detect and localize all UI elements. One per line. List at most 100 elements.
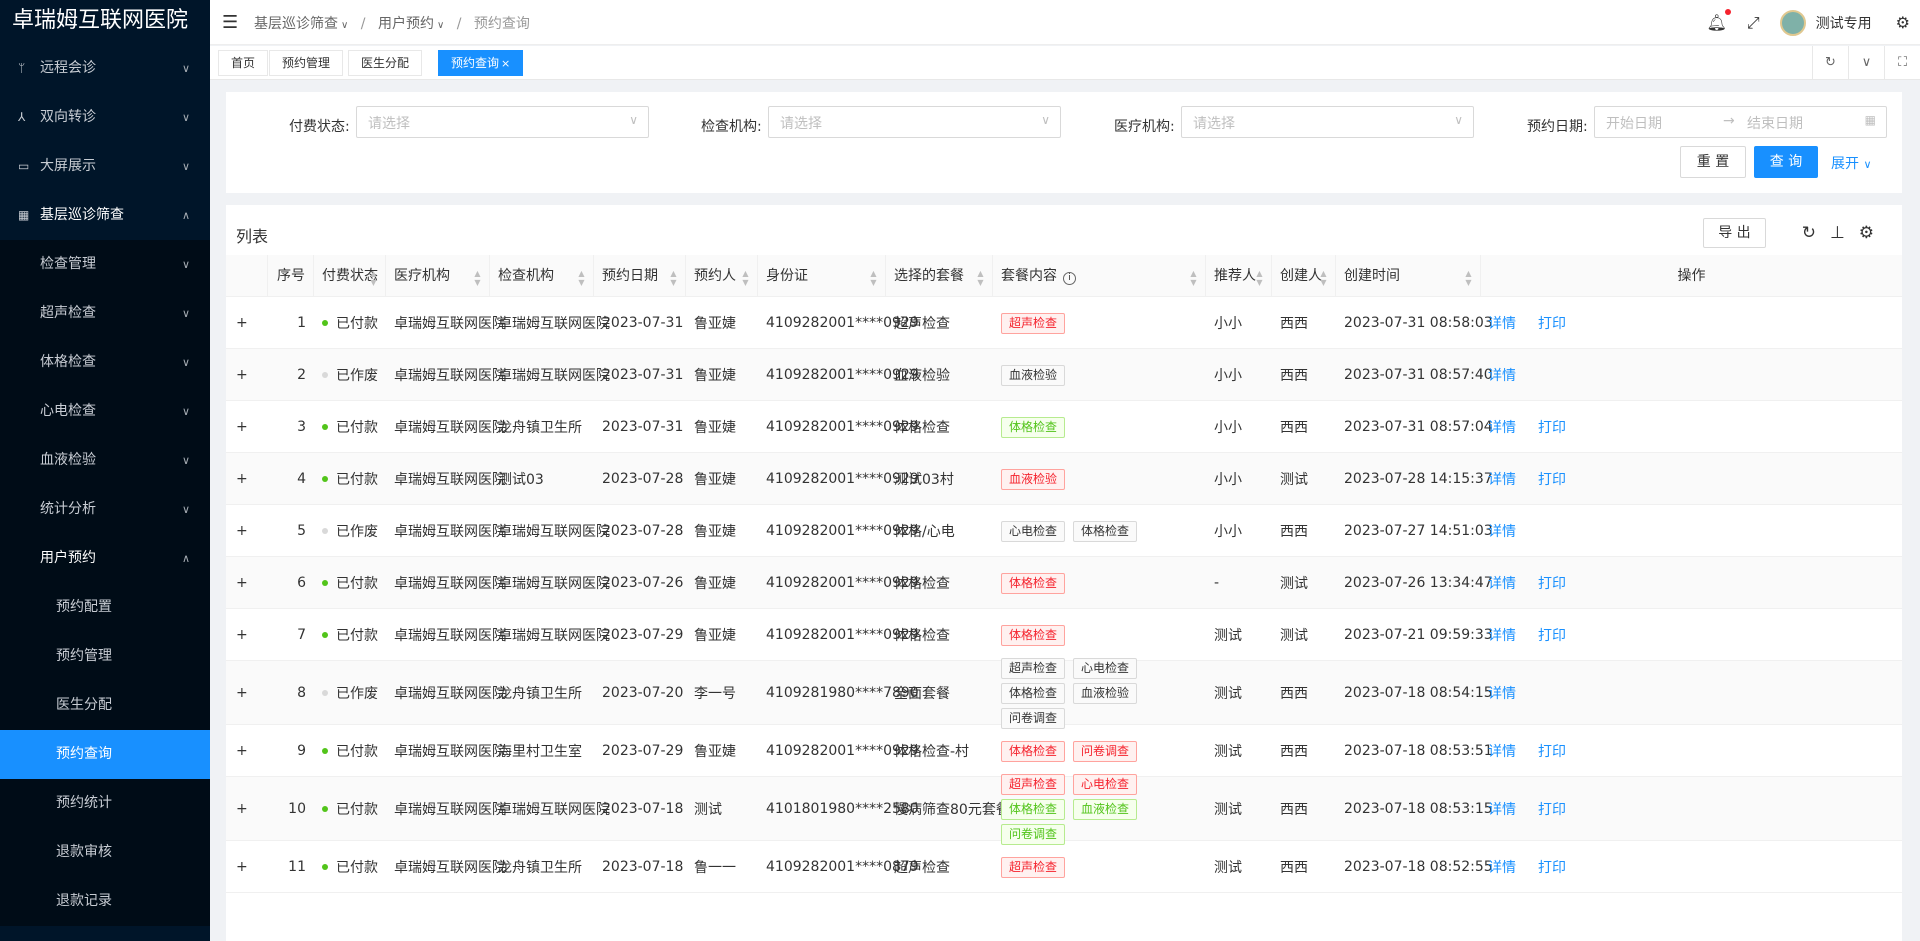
bell-icon[interactable]: 🔔︎ — [1707, 9, 1731, 32]
sort-icon[interactable]: ▲▼ — [1255, 269, 1264, 287]
reset-button[interactable]: 重 置 — [1680, 146, 1746, 178]
detail-link[interactable]: 详情 — [1488, 741, 1516, 761]
detail-link[interactable]: 详情 — [1488, 365, 1516, 385]
table-row[interactable]: +2 已作废 卓瑞姆互联网医院 卓瑞姆互联网医院 2023-07-31 鲁亚婕 410928… — [226, 349, 1902, 401]
fullscreen-icon[interactable]: ⤢ — [1747, 13, 1760, 33]
sidebar-item[interactable]: 统计分析 ∨ — [0, 485, 210, 534]
avatar[interactable] — [1779, 9, 1806, 36]
table-row[interactable]: +10 已付款 卓瑞姆互联网医院 卓瑞姆互联网医院 2023-07-18 测试 410180… — [226, 773, 1902, 845]
print-link[interactable]: 打印 — [1538, 573, 1566, 593]
expand-row-icon[interactable]: + — [236, 841, 256, 893]
expand-row-icon[interactable]: + — [236, 557, 256, 609]
end-date-input[interactable]: 结束日期 — [1747, 113, 1803, 133]
table-row[interactable]: +7 已付款 卓瑞姆互联网医院 卓瑞姆互联网医院 2023-07-29 鲁亚婕 410928… — [226, 609, 1902, 661]
breadcrumb-item[interactable]: 用户预约 — [378, 16, 434, 32]
expand-row-icon[interactable]: + — [236, 661, 256, 725]
pay-status-select[interactable]: 请选择 ∨ — [356, 106, 649, 138]
expand-row-icon[interactable]: + — [236, 453, 256, 505]
print-link[interactable]: 打印 — [1538, 625, 1566, 645]
expand-row-icon[interactable]: + — [236, 349, 256, 401]
sidebar-item[interactable]: 检查管理 ∨ — [0, 240, 210, 289]
sidebar-item[interactable]: 用户预约 ∧ — [0, 534, 210, 583]
expand-row-icon[interactable]: + — [236, 725, 256, 777]
detail-link[interactable]: 详情 — [1488, 625, 1516, 645]
sort-icon[interactable]: ▲▼ — [577, 269, 586, 287]
sort-icon[interactable]: ▲▼ — [1464, 269, 1473, 287]
detail-link[interactable]: 详情 — [1488, 799, 1516, 819]
detail-link[interactable]: 详情 — [1488, 573, 1516, 593]
column-header[interactable]: 选择的套餐 ▲▼ — [886, 255, 993, 297]
column-header[interactable]: 医疗机构 ▲▼ — [386, 255, 490, 297]
sidebar-item[interactable]: 预约配置 — [0, 583, 210, 632]
table-row[interactable]: +11 已付款 卓瑞姆互联网医院 龙舟镇卫生所 2023-07-18 鲁一一 4109282… — [226, 841, 1902, 893]
breadcrumb-item[interactable]: 基层巡诊筛查 — [254, 16, 338, 32]
detail-link[interactable]: 详情 — [1488, 313, 1516, 333]
sidebar-item[interactable]: 预约管理 — [0, 632, 210, 681]
sidebar-item[interactable]: 退款记录 — [0, 877, 210, 926]
sidebar-item[interactable]: ▭ 大屏展示 ∨ — [0, 142, 210, 191]
settings-gear-icon[interactable]: ⚙ — [1859, 223, 1874, 243]
sidebar-item[interactable]: 血液检验 ∨ — [0, 436, 210, 485]
print-link[interactable]: 打印 — [1538, 741, 1566, 761]
sort-icon[interactable]: ▲▼ — [669, 269, 678, 287]
reload-icon[interactable]: ↻ — [1802, 223, 1816, 243]
expand-row-icon[interactable]: + — [236, 297, 256, 349]
print-link[interactable]: 打印 — [1538, 857, 1566, 877]
column-header[interactable]: 检查机构 ▲▼ — [490, 255, 594, 297]
tab-home[interactable]: 首页 — [218, 50, 269, 76]
date-range-picker[interactable]: 开始日期 → 结束日期 ▦ — [1594, 106, 1887, 138]
sidebar-item[interactable]: 医生分配 — [0, 681, 210, 730]
column-header[interactable]: 身份证 ▲▼ — [758, 255, 886, 297]
refresh-icon[interactable]: ↻ — [1812, 46, 1848, 80]
settings-gear-icon[interactable]: ⚙ — [1896, 13, 1910, 32]
tab-appointment-query[interactable]: 预约查询 × — [438, 50, 524, 76]
column-header[interactable]: 创建人 ▲▼ — [1272, 255, 1336, 297]
username[interactable]: 测试专用 — [1816, 13, 1872, 33]
detail-link[interactable]: 详情 — [1488, 683, 1516, 703]
exam-org-select[interactable]: 请选择 ∨ — [768, 106, 1061, 138]
column-header[interactable]: 创建时间 ▲▼ — [1336, 255, 1481, 297]
sort-icon[interactable]: ▲▼ — [1319, 269, 1328, 287]
detail-link[interactable]: 详情 — [1488, 857, 1516, 877]
sidebar-item[interactable]: 超声检查 ∨ — [0, 289, 210, 338]
tab-appointment-manage[interactable]: 预约管理 — [269, 50, 344, 76]
column-header[interactable]: 套餐内容 i ▲▼ — [993, 255, 1206, 297]
tab-doctor-assign[interactable]: 医生分配 — [348, 50, 423, 76]
sidebar-item[interactable]: ▦ 基层巡诊筛查 ∧ — [0, 191, 210, 240]
print-link[interactable]: 打印 — [1538, 313, 1566, 333]
info-circle-icon[interactable]: i — [1063, 272, 1076, 285]
print-link[interactable]: 打印 — [1538, 469, 1566, 489]
column-header[interactable]: 预约日期 ▲▼ — [594, 255, 686, 297]
chevron-down-icon[interactable]: ∨ — [1848, 46, 1884, 80]
expand-row-icon[interactable]: + — [236, 505, 256, 557]
menu-fold-icon[interactable]: ☰ — [222, 12, 238, 33]
table-row[interactable]: +8 已作废 卓瑞姆互联网医院 龙舟镇卫生所 2023-07-20 李一号 41092819… — [226, 657, 1902, 729]
maximize-icon[interactable]: ⛶ — [1884, 46, 1920, 80]
start-date-input[interactable]: 开始日期 — [1606, 113, 1662, 133]
print-link[interactable]: 打印 — [1538, 417, 1566, 437]
expand-link[interactable]: 展开 ∨ — [1831, 153, 1872, 173]
detail-link[interactable]: 详情 — [1488, 469, 1516, 489]
sort-icon[interactable]: ▲▼ — [1189, 269, 1198, 287]
print-link[interactable]: 打印 — [1538, 799, 1566, 819]
table-row[interactable]: +9 已付款 卓瑞姆互联网医院 海里村卫生室 2023-07-29 鲁亚婕 41092820… — [226, 725, 1902, 777]
expand-row-icon[interactable]: + — [236, 609, 256, 661]
sort-icon[interactable]: ▲▼ — [976, 269, 985, 287]
med-org-select[interactable]: 请选择 ∨ — [1181, 106, 1474, 138]
sidebar-item[interactable]: 预约查询 — [0, 730, 210, 779]
sidebar-item[interactable]: 预约统计 — [0, 779, 210, 828]
sort-icon[interactable]: ▲▼ — [369, 269, 378, 287]
table-row[interactable]: +6 已付款 卓瑞姆互联网医院 卓瑞姆互联网医院 2023-07-26 鲁亚婕 410928… — [226, 557, 1902, 609]
sort-icon[interactable]: ▲▼ — [473, 269, 482, 287]
table-row[interactable]: +3 已付款 卓瑞姆互联网医院 龙舟镇卫生所 2023-07-31 鲁亚婕 41092820… — [226, 401, 1902, 453]
tab-close-icon[interactable]: × — [501, 57, 510, 70]
sidebar-item[interactable]: 体格检查 ∨ — [0, 338, 210, 387]
sidebar-item[interactable]: ⅄ 双向转诊 ∨ — [0, 93, 210, 142]
table-row[interactable]: +4 已付款 卓瑞姆互联网医院 测试03 2023-07-28 鲁亚婕 4109282001… — [226, 453, 1902, 505]
sort-icon[interactable]: ▲▼ — [869, 269, 878, 287]
detail-link[interactable]: 详情 — [1488, 417, 1516, 437]
sidebar-item[interactable]: ᛘ 远程会诊 ∨ — [0, 44, 210, 93]
expand-row-icon[interactable]: + — [236, 401, 256, 453]
export-button[interactable]: 导 出 — [1703, 218, 1766, 248]
query-button[interactable]: 查 询 — [1754, 146, 1818, 178]
